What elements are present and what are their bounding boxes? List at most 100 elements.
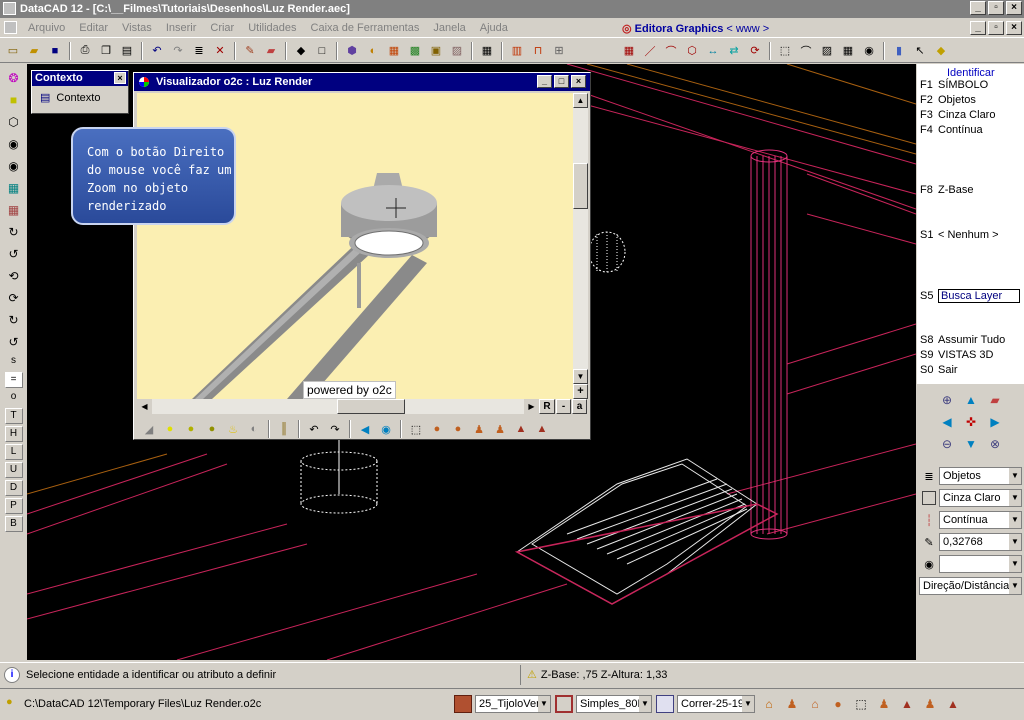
image-icon[interactable]: ▣ [427,42,445,60]
window-icon[interactable]: ⊞ [550,42,568,60]
menu-criar[interactable]: Criar [203,22,241,34]
menu-inserir[interactable]: Inserir [159,22,204,34]
menu-editar[interactable]: Editar [72,22,115,34]
viewer-r-button[interactable]: R [539,399,555,414]
brand-link[interactable]: < www > [726,23,769,35]
scroll-right-arrow[interactable]: ▶ [524,399,539,414]
scroll-left-arrow[interactable]: ◀ [137,399,152,414]
head2-icon[interactable]: ● [449,420,467,438]
weight-dropdown[interactable]: ✎ 0,32768 ▼ [919,532,1022,552]
rotate-view2-icon[interactable]: ↺ [4,332,24,352]
whats-this-icon[interactable]: ◆ [932,42,950,60]
view-eye2-icon[interactable]: ◉ [4,156,24,176]
head-icon[interactable]: ● [428,420,446,438]
fkey-s0[interactable]: S0 Sair [920,364,958,376]
curve-icon[interactable]: ⌒ [662,42,680,60]
book-icon[interactable]: ▮ [890,42,908,60]
viewer-minimize-button[interactable]: _ [537,75,552,88]
target-icon[interactable]: ◉ [860,42,878,60]
box3d-icon[interactable]: ⬡ [4,112,24,132]
copy-icon[interactable]: ❐ [97,42,115,60]
house2-icon[interactable]: ▲ [533,420,551,438]
viewer-vertical-scrollbar[interactable]: ▲ ▼ + [573,93,588,399]
fit-view-icon[interactable]: ⬚ [407,420,425,438]
head-a-icon[interactable]: ● [828,694,848,714]
fit-a-icon[interactable]: ⬚ [851,694,871,714]
vscroll-thumb[interactable] [573,163,588,209]
person-b-icon[interactable]: ♟ [874,694,894,714]
render2-icon[interactable]: ▦ [4,200,24,220]
hscroll-thumb[interactable] [337,399,405,414]
fkey-f3[interactable]: F3 Cinza Claro [920,109,995,121]
fkey-f2[interactable]: F2 Objetos [920,94,976,106]
close-button[interactable]: × [1006,1,1022,15]
shade-yellow3-icon[interactable]: ● [203,420,221,438]
menu-utilidades[interactable]: Utilidades [241,22,303,34]
rotate-icon[interactable]: ⟳ [746,42,764,60]
rotate-right-icon[interactable]: ↷ [326,420,344,438]
home-icon[interactable]: ⌂ [759,694,779,714]
roof-icon[interactable]: ▲ [897,694,917,714]
wall-icon[interactable]: ▥ [508,42,526,60]
door-icon[interactable]: ⊓ [529,42,547,60]
fill-icon[interactable]: ◆ [292,42,310,60]
undo-icon[interactable]: ↶ [148,42,166,60]
nav-globe-icon[interactable]: ◉ [377,420,395,438]
calculator-icon[interactable]: ▦ [478,42,496,60]
line-style-dropdown[interactable]: Simples_80B ▼ [555,694,652,714]
rotate-left-icon[interactable]: ↶ [305,420,323,438]
rotate-view-icon[interactable]: ↻ [4,310,24,330]
pan-right-icon[interactable]: ▶ [985,412,1005,432]
shade-yellow-icon[interactable]: ● [161,420,179,438]
arc-icon[interactable]: ⌒ [797,42,815,60]
list-icon[interactable]: ≣ [190,42,208,60]
visibility-dropdown[interactable]: ◉ ▼ [919,554,1022,574]
tool-b[interactable]: B [4,516,23,532]
tool-o[interactable]: o [5,390,23,406]
fkey-s1[interactable]: S1 < Nenhum > [920,229,999,241]
save-icon[interactable]: ■ [46,42,64,60]
move-icon[interactable]: ⇄ [725,42,743,60]
layer-icon[interactable]: ▦ [385,42,403,60]
tool-equals[interactable]: = [4,372,23,388]
bars-icon[interactable]: ║ [275,420,293,438]
menu-arquivo[interactable]: Arquivo [21,22,72,34]
orbit-icon[interactable]: ↻ [4,222,24,242]
scroll-down-arrow[interactable]: ▼ [573,369,588,384]
fkey-s8[interactable]: S8 Assumir Tudo [920,334,1005,346]
menu-caixa-ferramentas[interactable]: Caixa de Ferramentas [304,22,427,34]
person-icon[interactable]: ♟ [470,420,488,438]
fkey-f1[interactable]: F1 SÍMBOLO [920,79,988,91]
person2-icon[interactable]: ♟ [491,420,509,438]
cube-icon[interactable]: ⬢ [343,42,361,60]
tool-h[interactable]: H [4,426,23,442]
tool-d[interactable]: D [4,480,23,496]
redo-icon[interactable]: ↷ [169,42,187,60]
half-sphere-icon[interactable]: ◐ [245,420,263,438]
fkey-f4[interactable]: F4 Contínua [920,124,983,136]
eraser-nav-icon[interactable]: ▰ [985,390,1005,410]
zoom-extents-icon[interactable]: ✜ [961,412,981,432]
person-c-icon[interactable]: ♟ [920,694,940,714]
viewer-close-button[interactable]: × [571,75,586,88]
grid-icon[interactable]: ▦ [620,42,638,60]
shade-yellow2-icon[interactable]: ● [182,420,200,438]
tool-t[interactable]: T [4,408,23,424]
light-bulb-icon[interactable]: ♨ [224,420,242,438]
zoom-out-icon[interactable]: ⊖ [937,434,957,454]
context-item[interactable]: ▤ Contexto [32,86,128,105]
view-eye-icon[interactable]: ◉ [4,134,24,154]
polygon-icon[interactable]: ⬡ [683,42,701,60]
menu-janela[interactable]: Janela [426,22,472,34]
doc-close-button[interactable]: × [1006,21,1022,35]
hatch-dropdown[interactable]: 25_TijoloVer ▼ [454,694,551,714]
zoom-plus-button[interactable]: + [573,384,588,399]
doc-restore-button[interactable]: ▫ [988,21,1004,35]
line-icon[interactable]: ／ [641,42,659,60]
minimize-button[interactable]: _ [970,1,986,15]
tool-u[interactable]: U [4,462,23,478]
orbit2-icon[interactable]: ↺ [4,244,24,264]
pan-down-icon[interactable]: ▼ [961,434,981,454]
tool-p[interactable]: P [4,498,23,514]
viewer-a-button[interactable]: a [572,399,587,414]
